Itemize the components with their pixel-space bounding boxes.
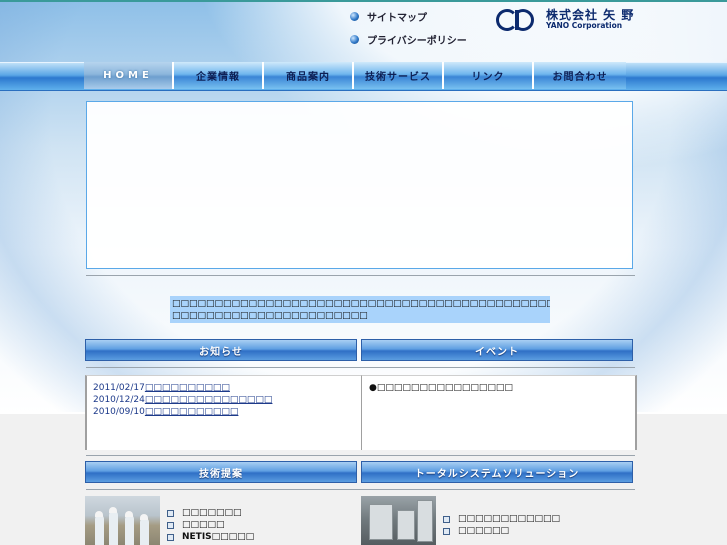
square-bullet-icon (167, 509, 174, 517)
event-item[interactable]: ●□□□□□□□□□□□□□□□□ (369, 382, 635, 394)
news-date: 2010/09/10 (93, 407, 145, 417)
proposal-link[interactable]: NETIS□□□□□ (167, 531, 254, 543)
divider (86, 489, 635, 490)
proposal-link[interactable]: □□□□□ (167, 519, 254, 531)
proposal-list: □□□□□□□ □□□□□ NETIS□□□□□ (167, 507, 254, 543)
nav-products[interactable]: 商品案内 (264, 62, 354, 89)
equipment-photo (361, 496, 436, 545)
proposal-link-label: □□□□□ (182, 520, 225, 530)
company-logo[interactable]: 株式会社 矢 野 YANO Corporation (496, 8, 634, 32)
news-panel: 2011/02/17□□□□□□□□□□ 2010/12/24□□□□□□□□□… (85, 375, 362, 450)
news-item[interactable]: 2010/09/10□□□□□□□□□□□ (93, 406, 361, 418)
event-panel: ●□□□□□□□□□□□□□□□□ (361, 375, 637, 450)
news-title[interactable]: □□□□□□□□□□ (145, 383, 230, 393)
square-bullet-icon (167, 521, 174, 529)
nav-home[interactable]: HOME (84, 62, 174, 89)
proposal-link-label: NETIS□□□□□ (182, 532, 255, 542)
sitemap-link-label: サイトマップ (367, 13, 427, 24)
nav-tech-services[interactable]: 技術サービス (354, 62, 444, 89)
news-item[interactable]: 2010/12/24□□□□□□□□□□□□□□□ (93, 394, 361, 406)
event-bullet: ● (369, 383, 377, 393)
nav-links[interactable]: リンク (444, 62, 534, 89)
square-bullet-icon (167, 533, 174, 541)
privacy-policy-link[interactable]: プライバシーポリシー (350, 32, 467, 47)
divider (86, 455, 635, 456)
logo-company-en: YANO Corporation (546, 21, 623, 31)
square-bullet-icon (443, 515, 450, 523)
privacy-policy-link-label: プライバシーポリシー (367, 36, 467, 47)
solution-list: □□□□□□□□□□□□ □□□□□□ (443, 513, 560, 537)
notice-line: □□□□□□□□□□□□□□□□□□□□□□□ (172, 311, 368, 321)
event-section-header: イベント (361, 339, 633, 361)
divider (86, 367, 635, 368)
nav-contact[interactable]: お問合わせ (534, 62, 626, 89)
solution-link-label: □□□□□□□□□□□□ (458, 514, 561, 524)
divider (86, 275, 635, 276)
hero-banner (86, 101, 633, 269)
proposal-link[interactable]: □□□□□□□ (167, 507, 254, 519)
globe-bullet-icon (350, 12, 359, 21)
news-date: 2011/02/17 (93, 383, 145, 393)
news-date: 2010/12/24 (93, 395, 145, 405)
square-bullet-icon (443, 527, 450, 535)
notice-box: □□□□□□□□□□□□□□□□□□□□□□□□□□□□□□□□□□□□□□□□… (170, 296, 550, 323)
news-title[interactable]: □□□□□□□□□□□ (145, 407, 239, 417)
globe-bullet-icon (350, 35, 359, 44)
notice-line: □□□□□□□□□□□□□□□□□□□□□□□□□□□□□□□□□□□□□□□□… (172, 299, 550, 309)
sitemap-link[interactable]: サイトマップ (350, 9, 427, 24)
solution-link[interactable]: □□□□□□□□□□□□ (443, 513, 560, 525)
logo-mark-icon (496, 8, 540, 32)
news-title[interactable]: □□□□□□□□□□□□□□□ (145, 395, 273, 405)
proposal-link-label: □□□□□□□ (182, 508, 242, 518)
nav-company-info[interactable]: 企業情報 (174, 62, 264, 89)
news-section-header: お知らせ (85, 339, 357, 361)
news-item[interactable]: 2011/02/17□□□□□□□□□□ (93, 382, 361, 394)
event-text[interactable]: □□□□□□□□□□□□□□□□ (377, 383, 513, 393)
construction-site-photo (85, 496, 160, 545)
solution-link-label: □□□□□□ (458, 526, 510, 536)
proposal-section-header: 技術提案 (85, 461, 357, 483)
solution-section-header: トータルシステムソリューション (361, 461, 633, 483)
solution-link[interactable]: □□□□□□ (443, 525, 560, 537)
main-nav: HOME 企業情報 商品案内 技術サービス リンク お問合わせ (84, 62, 626, 89)
